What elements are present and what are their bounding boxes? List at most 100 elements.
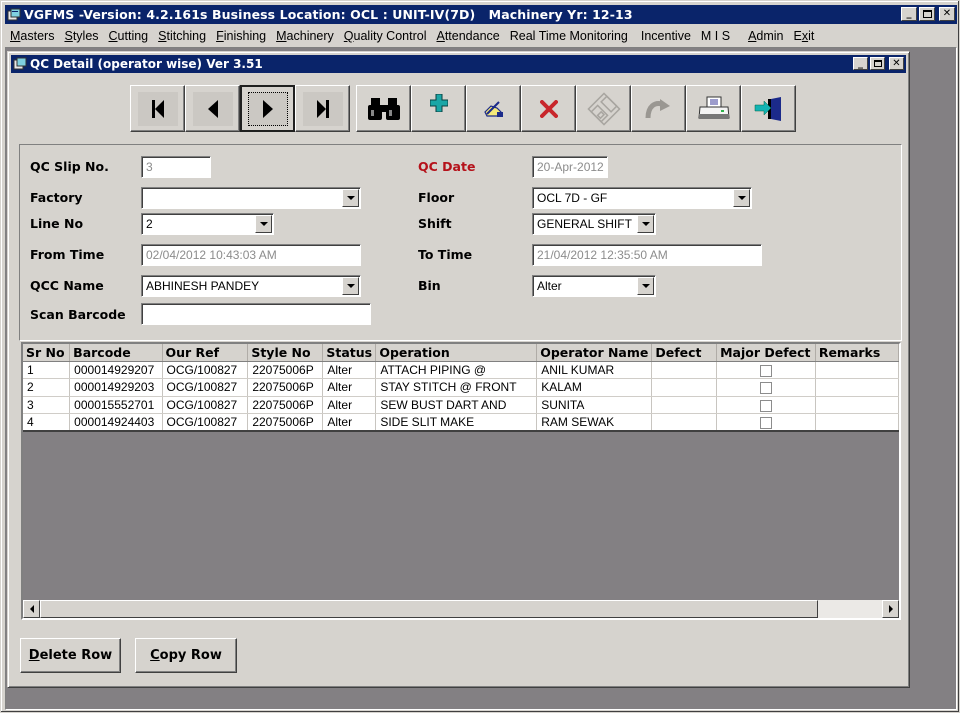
- menu-machinery[interactable]: Machinery: [271, 29, 339, 43]
- cell-remarks[interactable]: [815, 378, 899, 397]
- cell-major-defect[interactable]: [716, 413, 816, 432]
- cell-style-no[interactable]: 22075006P: [247, 396, 324, 414]
- scan-barcode-input[interactable]: [141, 303, 371, 325]
- scroll-left-button[interactable]: [23, 600, 40, 618]
- cell-operator-name[interactable]: ANIL KUMAR: [536, 361, 653, 379]
- menu-real-time-monitoring[interactable]: Real Time Monitoring: [505, 29, 633, 43]
- delete-button[interactable]: [521, 85, 576, 132]
- cell-remarks[interactable]: [815, 413, 899, 432]
- exit-button[interactable]: [741, 85, 796, 132]
- cell-sr-no[interactable]: 4: [23, 413, 71, 432]
- cell-major-defect[interactable]: [716, 396, 816, 414]
- cell-operator-name[interactable]: RAM SEWAK: [536, 413, 653, 432]
- first-record-button[interactable]: [130, 85, 185, 132]
- major-defect-checkbox[interactable]: [759, 416, 772, 429]
- child-minimize-button[interactable]: _: [853, 57, 868, 70]
- cell-status[interactable]: Alter: [322, 378, 377, 397]
- menu-admin[interactable]: Admin: [743, 29, 788, 43]
- bin-dropdown[interactable]: Alter: [532, 275, 656, 297]
- qc-date-field[interactable]: 20-Apr-2012: [532, 156, 608, 178]
- floor-dropdown[interactable]: OCL 7D - GF: [532, 187, 752, 209]
- cell-barcode[interactable]: 000014929207: [69, 361, 163, 379]
- cell-sr-no[interactable]: 2: [23, 378, 71, 397]
- cell-operation[interactable]: STAY STITCH @ FRONT: [375, 378, 538, 397]
- edit-button[interactable]: [466, 85, 521, 132]
- print-button[interactable]: [686, 85, 741, 132]
- cell-style-no[interactable]: 22075006P: [247, 378, 324, 397]
- column-header-style-no[interactable]: Style No: [247, 344, 324, 362]
- scrollbar-thumb[interactable]: [40, 600, 818, 618]
- to-time-field[interactable]: 21/04/2012 12:35:50 AM: [532, 244, 762, 266]
- line-no-dropdown[interactable]: 2: [141, 213, 274, 235]
- close-button[interactable]: ✕: [939, 7, 955, 21]
- cell-our-ref[interactable]: OCG/100827: [162, 413, 249, 432]
- column-header-defect[interactable]: Defect: [651, 344, 718, 362]
- chevron-down-icon[interactable]: [733, 189, 750, 207]
- cell-style-no[interactable]: 22075006P: [247, 361, 324, 379]
- menu-finishing[interactable]: Finishing: [211, 29, 271, 43]
- find-button[interactable]: [356, 85, 411, 132]
- cell-defect[interactable]: [651, 413, 718, 432]
- column-header-major-defect[interactable]: Major Defect: [716, 344, 816, 362]
- cell-major-defect[interactable]: [716, 378, 816, 397]
- cell-major-defect[interactable]: [716, 361, 816, 379]
- cell-operation[interactable]: SIDE SLIT MAKE: [375, 413, 538, 432]
- factory-dropdown[interactable]: [141, 187, 361, 209]
- child-close-button[interactable]: ✕: [889, 57, 904, 70]
- chevron-down-icon[interactable]: [637, 277, 654, 295]
- table-row[interactable]: 2 000014929203 OCG/100827 22075006P Alter STA…: [23, 378, 899, 397]
- column-header-barcode[interactable]: Barcode: [69, 344, 163, 362]
- menu-styles[interactable]: Styles: [59, 29, 103, 43]
- cell-style-no[interactable]: 22075006P: [247, 413, 324, 432]
- cell-our-ref[interactable]: OCG/100827: [162, 396, 249, 414]
- column-header-operator-name[interactable]: Operator Name: [536, 344, 653, 362]
- cell-status[interactable]: Alter: [322, 413, 377, 432]
- undo-button[interactable]: [631, 85, 686, 132]
- menu-cutting[interactable]: Cutting: [104, 29, 154, 43]
- column-header-sr-no[interactable]: Sr No: [23, 344, 71, 362]
- cell-operation[interactable]: ATTACH PIPING @: [375, 361, 538, 379]
- cell-status[interactable]: Alter: [322, 396, 377, 414]
- column-header-our-ref[interactable]: Our Ref: [162, 344, 249, 362]
- scroll-right-button[interactable]: [882, 600, 899, 618]
- cell-defect[interactable]: [651, 396, 718, 414]
- delete-row-button[interactable]: Delete Row: [20, 638, 121, 673]
- menu-attendance[interactable]: Attendance: [431, 29, 504, 43]
- cell-operator-name[interactable]: SUNITA: [536, 396, 653, 414]
- child-maximize-button[interactable]: [870, 57, 885, 70]
- column-header-status[interactable]: Status: [322, 344, 377, 362]
- table-row[interactable]: 1 000014929207 OCG/100827 22075006P Alter ATT…: [23, 361, 899, 379]
- shift-dropdown[interactable]: GENERAL SHIFT: [532, 213, 656, 235]
- previous-record-button[interactable]: [185, 85, 240, 132]
- menu-incentive[interactable]: Incentive: [636, 29, 696, 43]
- horizontal-scrollbar[interactable]: [23, 600, 899, 618]
- chevron-down-icon[interactable]: [637, 215, 654, 233]
- major-defect-checkbox[interactable]: [759, 382, 772, 395]
- cell-remarks[interactable]: [815, 396, 899, 414]
- minimize-button[interactable]: _: [901, 7, 917, 21]
- menu-masters[interactable]: Masters: [5, 29, 59, 43]
- cell-barcode[interactable]: 000014924403: [69, 413, 163, 432]
- chevron-down-icon[interactable]: [342, 189, 359, 207]
- add-button[interactable]: [411, 85, 466, 132]
- qcc-name-dropdown[interactable]: ABHINESH PANDEY: [141, 275, 361, 297]
- cell-sr-no[interactable]: 1: [23, 361, 71, 379]
- cell-sr-no[interactable]: 3: [23, 396, 71, 414]
- from-time-field[interactable]: 02/04/2012 10:43:03 AM: [141, 244, 361, 266]
- chevron-down-icon[interactable]: [255, 215, 272, 233]
- menu-m-i-s[interactable]: M I S: [696, 29, 735, 43]
- save-button[interactable]: [576, 85, 631, 132]
- cell-defect[interactable]: [651, 378, 718, 397]
- column-header-operation[interactable]: Operation: [375, 344, 538, 362]
- maximize-button[interactable]: [919, 7, 935, 21]
- column-header-remarks[interactable]: Remarks: [815, 344, 899, 362]
- cell-barcode[interactable]: 000015552701: [69, 396, 163, 414]
- cell-our-ref[interactable]: OCG/100827: [162, 378, 249, 397]
- cell-operation[interactable]: SEW BUST DART AND: [375, 396, 538, 414]
- menu-stitching[interactable]: Stitching: [153, 29, 211, 43]
- qc-slip-no-field[interactable]: 3: [141, 156, 211, 178]
- menu-exit[interactable]: Exit: [789, 29, 820, 43]
- cell-operator-name[interactable]: KALAM: [536, 378, 653, 397]
- cell-defect[interactable]: [651, 361, 718, 379]
- cell-remarks[interactable]: [815, 361, 899, 379]
